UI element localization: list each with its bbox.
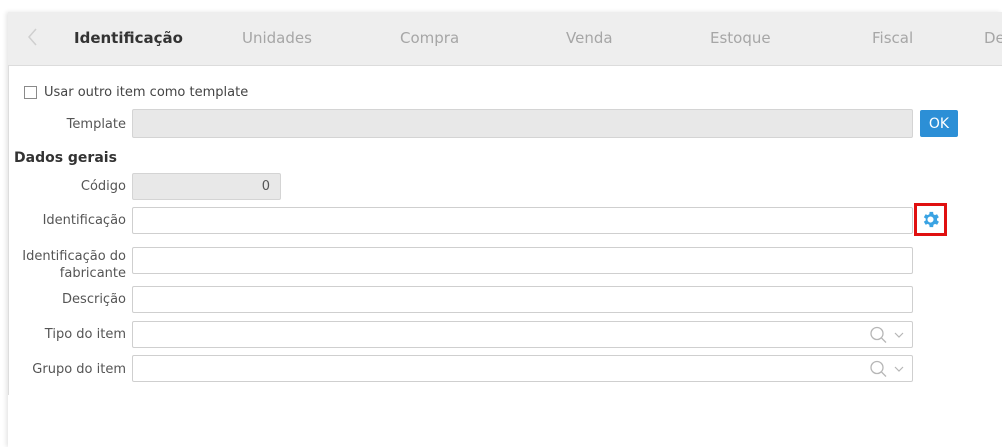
combo-icons: [869, 326, 906, 344]
tipo-combobox[interactable]: [132, 321, 913, 348]
template-label: Template: [66, 117, 126, 132]
chevron-down-icon[interactable]: [892, 330, 906, 340]
tab-venda[interactable]: Venda: [566, 29, 613, 47]
tab-identificacao[interactable]: Identificação: [74, 29, 183, 47]
fabricante-field[interactable]: [132, 247, 913, 274]
template-checkbox-row[interactable]: Usar outro item como template: [24, 85, 248, 100]
gear-button[interactable]: [914, 203, 947, 236]
tipo-label: Tipo do item: [44, 327, 126, 342]
template-checkbox-label: Usar outro item como template: [44, 85, 249, 100]
tab-compra[interactable]: Compra: [400, 29, 459, 47]
tab-de[interactable]: De: [984, 29, 1002, 47]
grupo-combobox[interactable]: [132, 355, 913, 382]
search-icon[interactable]: [869, 360, 889, 378]
combo-icons: [869, 360, 906, 378]
identificacao-field[interactable]: [132, 207, 913, 234]
codigo-field: 0: [132, 173, 281, 200]
chevron-left-icon[interactable]: [22, 26, 44, 48]
tab-estoque[interactable]: Estoque: [710, 29, 771, 47]
grupo-label: Grupo do item: [32, 362, 126, 377]
ok-button[interactable]: OK: [920, 110, 958, 137]
template-checkbox[interactable]: [24, 86, 37, 99]
search-icon[interactable]: [869, 326, 889, 344]
descricao-field[interactable]: [132, 286, 913, 313]
tab-bar: Identificação Unidades Compra Venda Esto…: [8, 12, 1002, 66]
fabricante-label: Identificação do fabricante: [22, 249, 126, 281]
gear-icon: [923, 211, 939, 228]
codigo-label: Código: [80, 179, 126, 194]
tab-fiscal[interactable]: Fiscal: [872, 29, 913, 47]
chevron-down-icon[interactable]: [892, 364, 906, 374]
section-title: Dados gerais: [14, 150, 117, 166]
codigo-value: 0: [261, 179, 270, 194]
tab-unidades[interactable]: Unidades: [242, 29, 312, 47]
descricao-label: Descrição: [62, 292, 126, 307]
identificacao-label: Identificação: [42, 213, 126, 228]
template-field: [132, 109, 913, 138]
divider: [8, 65, 9, 395]
